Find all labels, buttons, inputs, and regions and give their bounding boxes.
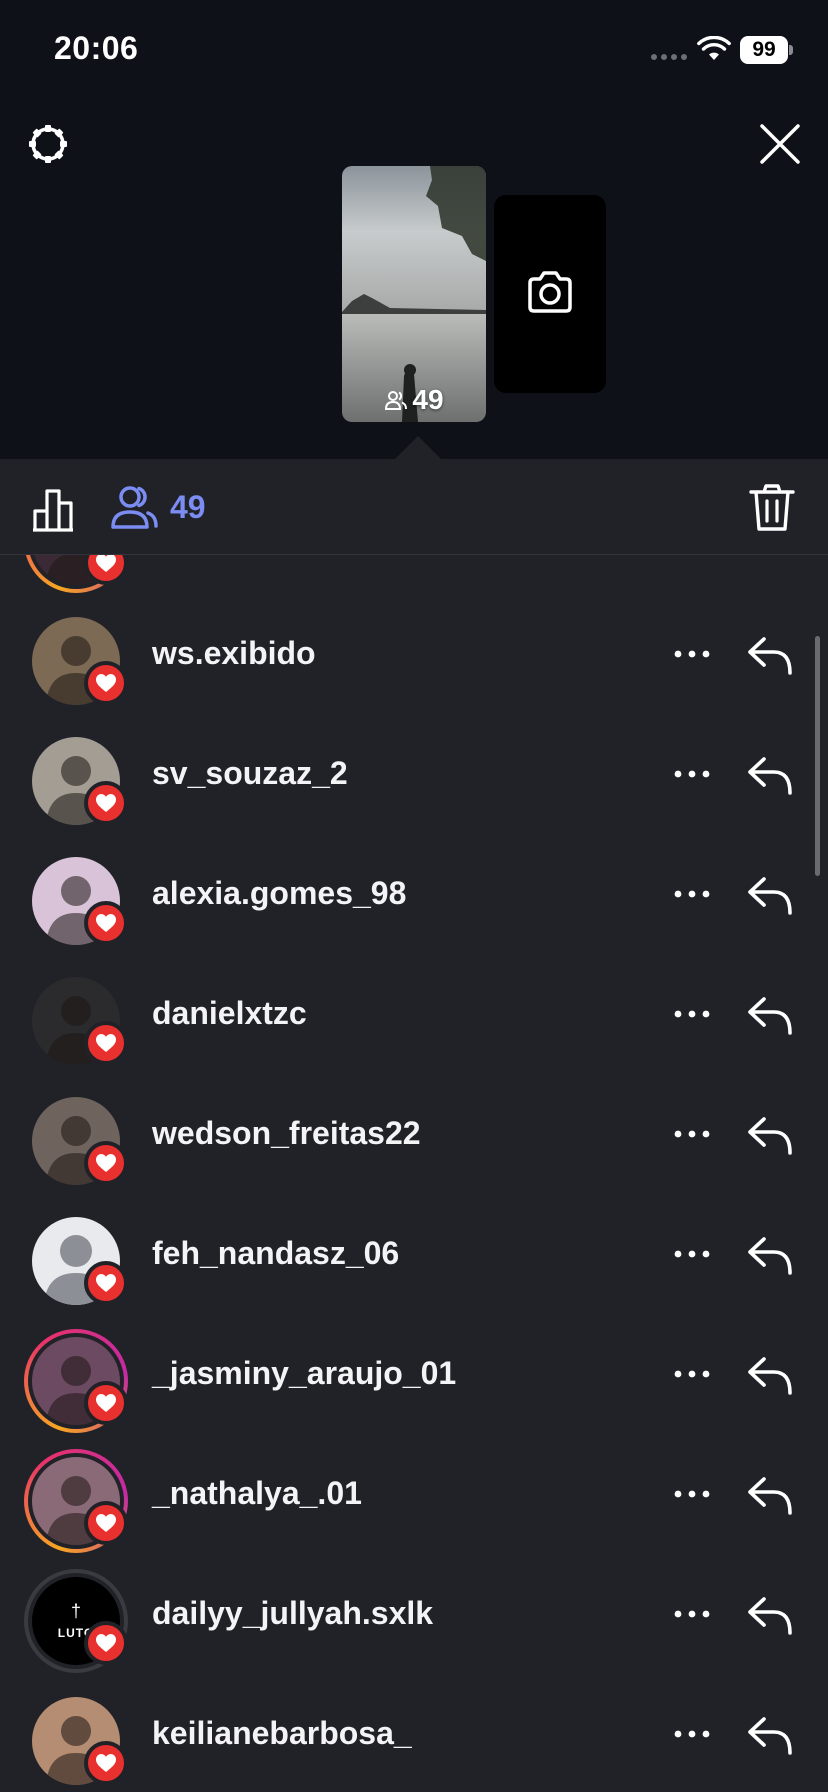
viewer-row[interactable]: † LUTO dailyy_jullyah.sxlk bbox=[0, 1551, 828, 1673]
avatar[interactable] bbox=[24, 1209, 128, 1313]
reply-icon[interactable] bbox=[746, 1235, 794, 1275]
viewer-row[interactable]: feh_nandasz_06 bbox=[0, 1191, 828, 1311]
viewer-username[interactable]: danielxtzc bbox=[152, 995, 307, 1032]
heart-icon bbox=[84, 1621, 128, 1665]
tab-viewers[interactable]: 49 bbox=[110, 481, 206, 533]
more-icon[interactable] bbox=[672, 1487, 712, 1501]
trash-icon[interactable] bbox=[748, 483, 796, 533]
wifi-icon bbox=[697, 36, 731, 60]
status-bar: 20:06 99 bbox=[0, 0, 828, 100]
reply-icon[interactable] bbox=[746, 1355, 794, 1395]
viewer-row[interactable]: alexia.gomes_98 bbox=[0, 831, 828, 951]
add-story-card[interactable] bbox=[494, 195, 606, 393]
reply-icon[interactable] bbox=[746, 1715, 794, 1755]
avatar[interactable] bbox=[24, 969, 128, 1073]
avatar[interactable] bbox=[24, 849, 128, 953]
viewers-icon bbox=[111, 486, 158, 529]
viewer-username[interactable]: _jasminy_araujo_01 bbox=[152, 1355, 456, 1392]
avatar[interactable] bbox=[24, 1089, 128, 1193]
avatar-symbol: † bbox=[70, 1601, 81, 1621]
viewer-row[interactable]: priv_da_aninha156 bbox=[0, 555, 828, 593]
viewer-username[interactable]: _nathalya_.01 bbox=[152, 1475, 362, 1512]
camera-icon bbox=[528, 271, 572, 313]
cellular-signal-icon bbox=[651, 54, 687, 60]
reply-icon[interactable] bbox=[746, 1475, 794, 1515]
selected-story-pointer bbox=[394, 436, 442, 460]
reply-icon[interactable] bbox=[746, 755, 794, 795]
status-time: 20:06 bbox=[54, 30, 139, 66]
viewers-toolbar: 49 bbox=[0, 459, 828, 555]
battery-level: 99 bbox=[740, 36, 788, 64]
heart-icon bbox=[84, 1141, 128, 1185]
scrollbar[interactable] bbox=[815, 636, 820, 876]
more-icon[interactable] bbox=[672, 767, 712, 781]
viewer-row[interactable]: keilianebarbosa_ bbox=[0, 1671, 828, 1791]
viewer-username[interactable]: wedson_freitas22 bbox=[152, 1115, 421, 1152]
viewer-username[interactable]: dailyy_jullyah.sxlk bbox=[152, 1595, 433, 1632]
viewer-row[interactable]: sv_souzaz_2 bbox=[0, 711, 828, 831]
stats-icon[interactable] bbox=[32, 485, 80, 533]
viewer-username[interactable]: sv_souzaz_2 bbox=[152, 755, 348, 792]
heart-icon bbox=[84, 1021, 128, 1065]
viewer-username[interactable]: keilianebarbosa_ bbox=[152, 1715, 412, 1752]
heart-icon bbox=[84, 661, 128, 705]
reply-icon[interactable] bbox=[746, 995, 794, 1035]
viewers-count: 49 bbox=[170, 488, 206, 525]
viewer-username[interactable]: alexia.gomes_98 bbox=[152, 875, 406, 912]
heart-icon bbox=[84, 1261, 128, 1305]
more-icon[interactable] bbox=[672, 1607, 712, 1621]
reply-icon[interactable] bbox=[746, 1595, 794, 1635]
battery-indicator: 99 bbox=[740, 36, 793, 64]
reply-icon[interactable] bbox=[746, 1115, 794, 1155]
viewer-list[interactable]: priv_da_aninha156 ws.exibido sv_souzaz_2al… bbox=[0, 555, 828, 1792]
heart-icon bbox=[84, 1501, 128, 1545]
reply-icon[interactable] bbox=[746, 635, 794, 675]
more-icon[interactable] bbox=[672, 1367, 712, 1381]
story-viewer-count: 49 bbox=[412, 384, 444, 415]
reply-icon[interactable] bbox=[746, 875, 794, 915]
close-icon[interactable] bbox=[758, 122, 802, 166]
more-icon[interactable] bbox=[672, 1247, 712, 1261]
avatar[interactable] bbox=[24, 1689, 128, 1792]
viewer-row[interactable]: ws.exibido bbox=[0, 591, 828, 711]
more-icon[interactable] bbox=[672, 1127, 712, 1141]
viewer-row[interactable]: wedson_freitas22 bbox=[0, 1071, 828, 1191]
avatar[interactable] bbox=[24, 1329, 128, 1433]
story-thumbnail[interactable]: 49 bbox=[342, 166, 486, 422]
heart-icon bbox=[84, 1381, 128, 1425]
viewer-row[interactable]: _jasminy_araujo_01 bbox=[0, 1311, 828, 1433]
more-icon[interactable] bbox=[672, 887, 712, 901]
settings-icon[interactable] bbox=[26, 122, 70, 166]
avatar[interactable] bbox=[24, 1449, 128, 1553]
story-viewers-badge: 49 bbox=[342, 384, 486, 416]
more-icon[interactable] bbox=[672, 1007, 712, 1021]
viewer-row[interactable]: danielxtzc bbox=[0, 951, 828, 1071]
avatar[interactable] bbox=[24, 609, 128, 713]
heart-icon bbox=[84, 781, 128, 825]
avatar[interactable]: † LUTO bbox=[24, 1569, 128, 1673]
avatar[interactable] bbox=[24, 729, 128, 833]
viewer-username[interactable]: ws.exibido bbox=[152, 635, 316, 672]
more-icon[interactable] bbox=[672, 647, 712, 661]
heart-icon bbox=[84, 901, 128, 945]
more-icon[interactable] bbox=[672, 1727, 712, 1741]
viewers-panel: 49 priv_da_aninha156 ws.exibido sv_souzaz_… bbox=[0, 459, 828, 1792]
viewers-icon bbox=[385, 391, 408, 410]
viewer-row[interactable]: _nathalya_.01 bbox=[0, 1431, 828, 1553]
viewer-username[interactable]: feh_nandasz_06 bbox=[152, 1235, 399, 1272]
avatar[interactable] bbox=[24, 555, 128, 593]
heart-icon bbox=[84, 1741, 128, 1785]
